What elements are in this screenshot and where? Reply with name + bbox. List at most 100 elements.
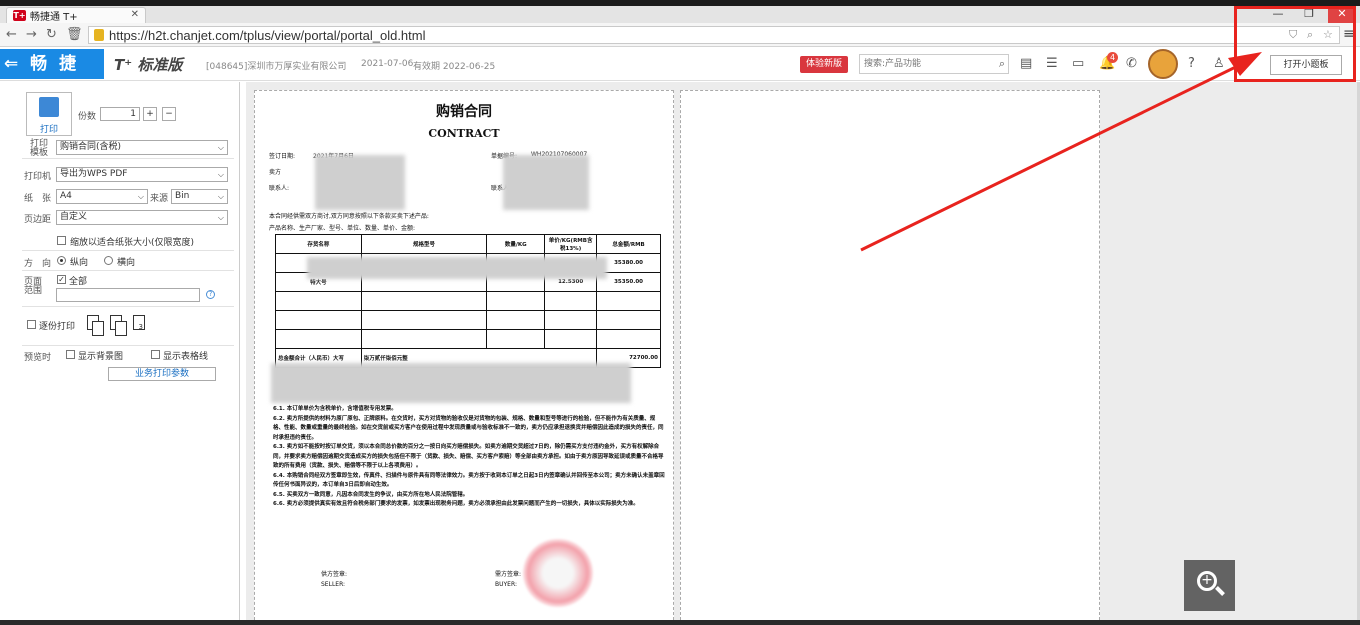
feature-search-input[interactable]	[860, 55, 990, 73]
fit-width-checkbox[interactable]	[57, 236, 66, 245]
table-row	[275, 291, 661, 311]
list-icon[interactable]: ☰	[1046, 56, 1058, 71]
divider	[22, 306, 234, 307]
document-subtitle: CONTRACT	[428, 127, 500, 140]
chevron-down-icon: ⌵	[217, 143, 224, 152]
redacted-block	[307, 257, 607, 279]
print-label: 打印	[39, 125, 58, 135]
tab-title: 畅捷通 T+	[30, 12, 78, 23]
contract-table: 存货名称 规格型号 数量/KG 单价/KG(RMB含税13%) 总金额/RMB …	[275, 234, 661, 368]
copies-input[interactable]: 1	[100, 107, 140, 121]
margin-value: 自定义	[60, 212, 88, 222]
buyer-sign-label: 需方签章:	[495, 571, 522, 578]
show-gridlines-checkbox[interactable]	[151, 350, 160, 359]
margin-select[interactable]: 自定义 ⌵	[56, 210, 228, 225]
col-header: 规格型号	[360, 234, 488, 254]
term-item: 6.2. 卖方所提供的材料为原厂原包、正牌原料。在交货时，买方对货物的验收仅是对…	[273, 415, 664, 441]
col-header: 总金额/RMB	[596, 234, 661, 254]
tab-strip: T+ 畅捷通 T+ ✕	[0, 6, 1360, 23]
template-label: 打印模板	[30, 139, 49, 158]
show-background-label: 显示背景图	[78, 352, 124, 362]
printer-label: 打印机	[24, 172, 52, 182]
preview-page-2	[680, 90, 1100, 625]
landscape-label: 横向	[117, 258, 136, 268]
zoom-in-button[interactable]: +	[1184, 560, 1235, 611]
paper-select[interactable]: A4 ⌵	[56, 189, 148, 204]
source-select[interactable]: Bin ⌵	[171, 189, 228, 204]
printer-value: 导出为WPS PDF	[60, 169, 128, 179]
screen-icon[interactable]: ▭	[1072, 56, 1084, 71]
show-background-checkbox[interactable]	[66, 350, 75, 359]
divider	[22, 345, 234, 346]
table-row	[275, 310, 661, 330]
margin-label: 页边距	[24, 215, 52, 225]
page-range-input[interactable]	[56, 288, 200, 302]
url-text: https://h2t.chanjet.com/tplus/view/porta…	[109, 28, 426, 43]
redacted-block	[503, 155, 589, 210]
forward-icon[interactable]: →	[26, 27, 37, 42]
term-item: 6.6. 卖方必须提供真实有效且符合税务部门要求的发票，如发票出现税务问题，卖方…	[273, 501, 639, 507]
paper-label: 纸 张	[24, 194, 52, 204]
copies-plus-button[interactable]: +	[143, 107, 157, 121]
copies-minus-button[interactable]: −	[162, 107, 176, 121]
template-select[interactable]: 购销合同(含税) ⌵	[56, 140, 228, 155]
show-gridlines-label: 显示表格线	[163, 352, 209, 362]
item-header-line: 产品名称、生产厂家、型号、单位、数量、单价、金额:	[269, 225, 416, 232]
logo[interactable]: ⇐ 畅 捷 通	[0, 49, 104, 104]
sign-date-label: 签订日期:	[269, 153, 296, 160]
all-pages-label: 全部	[69, 277, 88, 287]
url-field[interactable]: https://h2t.chanjet.com/tplus/view/porta…	[88, 26, 1340, 44]
print-button[interactable]: 打印	[26, 92, 72, 136]
col-header: 单价/KG(RMB含税13%)	[544, 234, 598, 254]
tab-close-icon[interactable]: ✕	[131, 9, 139, 20]
col-header: 存货名称	[275, 234, 362, 254]
company-name: [048645]深圳市万厚实业有限公司	[206, 62, 347, 72]
preview-label: 预览时	[24, 353, 52, 363]
pages-label: 页面范围	[24, 277, 43, 296]
portrait-label: 纵向	[70, 258, 89, 268]
phone-icon[interactable]: ✆	[1126, 56, 1137, 71]
help-icon[interactable]: ?	[1188, 56, 1195, 71]
search-icon[interactable]: ⌕	[999, 57, 1005, 71]
source-label: 来源	[150, 194, 169, 204]
term-item: 6.4. 本购销合同经双方签章即生效，传真件、扫描件与原件具有同等法律效力。卖方…	[273, 472, 665, 489]
collate-page-icon	[115, 321, 127, 336]
avatar[interactable]	[1148, 49, 1178, 79]
back-icon[interactable]: ←	[6, 27, 17, 42]
print-preview[interactable]: 购销合同 CONTRACT 签订日期: 2021年7月6日 单据编号: WH20…	[246, 82, 1360, 625]
login-date: 2021-07-06	[361, 59, 414, 69]
feature-search[interactable]: ⌕	[859, 54, 1009, 74]
portrait-radio[interactable]	[57, 256, 66, 265]
redacted-block	[271, 363, 631, 403]
fit-width-label: 缩放以适合纸张大小(仅限宽度)	[70, 238, 195, 248]
chevron-down-icon: ⌵	[217, 192, 224, 201]
buyer-en-label: BUYER:	[495, 581, 517, 588]
collate-checkbox[interactable]	[27, 320, 36, 329]
browser-tab[interactable]: T+ 畅捷通 T+ ✕	[6, 7, 146, 23]
delete-icon[interactable]: 🗑	[66, 27, 83, 42]
col-header: 数量/KG	[486, 234, 546, 254]
all-pages-checkbox[interactable]: ✓	[57, 275, 66, 284]
divider	[22, 270, 234, 271]
print-settings-panel: 打印 份数 1 + − 打印模板 购销合同(含税) ⌵ 打印机 导出为WPS PD…	[0, 82, 240, 625]
contract-terms: 6.1. 本订单单价为含税单价，含增值税专用发票。 6.2. 卖方所提供的材料为…	[273, 405, 665, 510]
template-value: 购销合同(含税)	[60, 142, 122, 152]
user-icon[interactable]: ♙	[1213, 56, 1225, 71]
lock-icon	[94, 29, 104, 41]
help-circle-icon[interactable]: ?	[206, 290, 215, 299]
table-header-row: 存货名称 规格型号 数量/KG 单价/KG(RMB含税13%) 总金额/RMB	[275, 234, 661, 254]
reload-icon[interactable]: ↻	[46, 27, 57, 42]
redacted-block	[315, 155, 405, 210]
orientation-label: 方 向	[24, 259, 52, 269]
document-title: 购销合同	[436, 104, 492, 120]
seller-label: 卖方	[269, 169, 282, 176]
divider	[22, 250, 234, 251]
printer-select[interactable]: 导出为WPS PDF ⌵	[56, 167, 228, 182]
calculator-icon[interactable]: ▤	[1020, 56, 1032, 71]
landscape-radio[interactable]	[104, 256, 113, 265]
contact-label: 联系人:	[269, 185, 290, 192]
try-new-version-button[interactable]: 体验新版	[800, 56, 848, 73]
company-seal	[523, 539, 593, 607]
source-value: Bin	[175, 191, 190, 201]
business-print-params-button[interactable]: 业务打印参数	[108, 367, 216, 381]
